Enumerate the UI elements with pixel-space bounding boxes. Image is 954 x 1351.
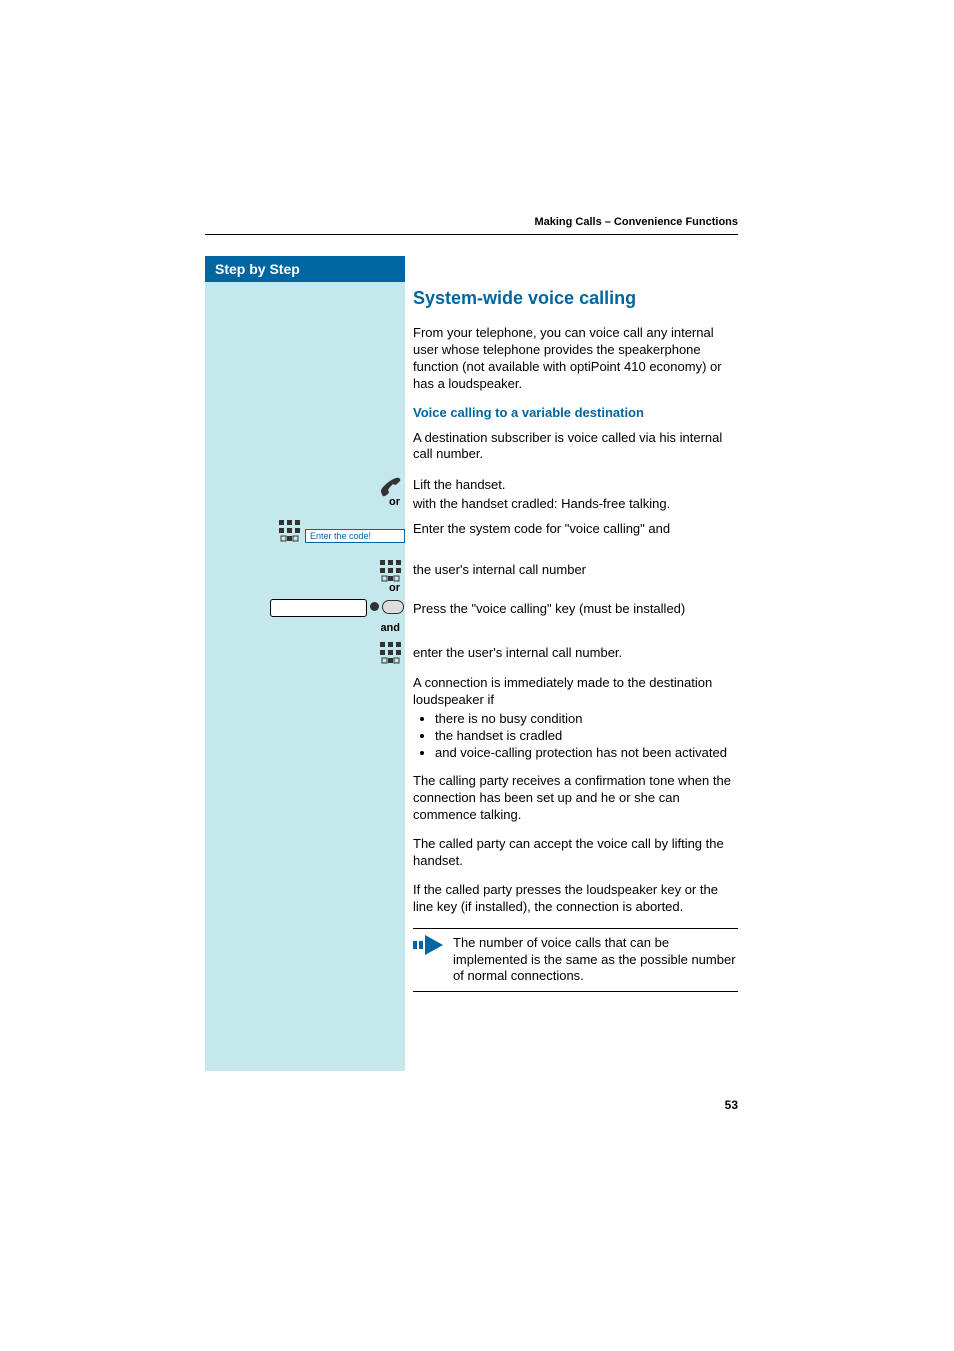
bullet-1: there is no busy condition [435,711,738,728]
function-key-box [270,599,367,617]
main-content: System-wide voice calling From your tele… [413,288,738,463]
step-press-key: Press the "voice calling" key (must be i… [413,601,738,618]
sub-intro: A destination subscriber is voice called… [413,430,738,464]
step-internal-number-1: the user's internal call number [413,562,738,579]
header-rule [205,234,738,235]
running-header: Making Calls – Convenience Functions [534,216,738,228]
intro-paragraph: From your telephone, you can voice call … [413,325,738,393]
step-internal-number-2: enter the user's internal call number. [413,645,738,662]
note-box: The number of voice calls that can be im… [413,928,738,993]
led-icon [370,602,379,611]
step-and: and [366,622,400,634]
section-title: System-wide voice calling [413,288,738,309]
bullet-2: the handset is cradled [435,728,738,745]
step-enter-code: Enter the system code for "voice calling… [413,521,738,538]
page-number: 53 [725,1098,738,1112]
keypad-icon-2 [378,558,404,584]
connection-intro: A connection is immediately made to the … [413,675,738,992]
step-or-1: or [370,496,400,508]
keypad-icon-3 [378,640,404,666]
keypad-icon [277,518,303,544]
note-text: The number of voice calls that can be im… [453,935,736,984]
step-lift-handset: Lift the handset. [413,477,738,494]
connection-intro-text: A connection is immediately made to the … [413,675,712,707]
code-entry-box: Enter the code! [305,529,405,543]
connection-bullets: there is no busy condition the handset i… [413,711,738,762]
note-arrow-icon [413,935,443,955]
bullet-3: and voice-calling protection has not bee… [435,745,738,762]
accept-paragraph: The called party can accept the voice ca… [413,836,738,870]
step-sidebar: Step by Step [205,256,405,1071]
key-button-icon [382,600,404,614]
sub-heading: Voice calling to a variable destination [413,405,738,420]
step-or-2: or [370,582,400,594]
confirmation-paragraph: The calling party receives a confirmatio… [413,773,738,824]
sidebar-title: Step by Step [205,256,405,282]
page: Making Calls – Convenience Functions Ste… [0,0,954,1351]
abort-paragraph: If the called party presses the loudspea… [413,882,738,916]
step-hands-free: with the handset cradled: Hands-free tal… [413,496,738,513]
